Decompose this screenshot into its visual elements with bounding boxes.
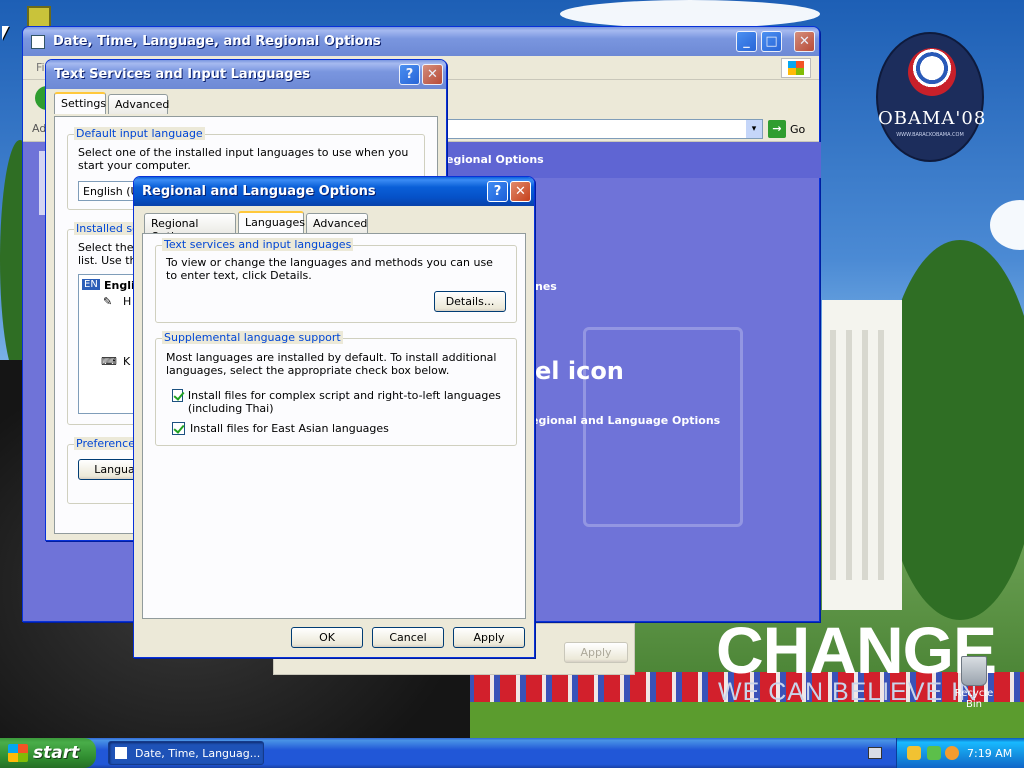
lang-name[interactable]: Engli	[104, 279, 135, 292]
tab-languages[interactable]: Languages	[238, 211, 305, 233]
keyboard-pen-icon: ✎	[103, 295, 113, 308]
tab-advanced[interactable]: Advanced	[108, 94, 169, 114]
text-services-group: Text services and input languages To vie…	[155, 238, 517, 323]
supplemental-desc: Most languages are installed by default.…	[166, 351, 497, 377]
cancel-button[interactable]: Cancel	[372, 627, 444, 648]
campaign-logo-icon	[908, 48, 956, 96]
windows-flag-icon	[8, 744, 28, 762]
tab-advanced[interactable]: Advanced	[306, 213, 368, 233]
close-button[interactable]: ✕	[422, 64, 443, 85]
list-item-k[interactable]: K	[123, 355, 130, 368]
complex-script-checkbox[interactable]	[172, 389, 183, 402]
text-services-desc: To view or change the languages and meth…	[166, 256, 493, 282]
text-services-title: Text Services and Input Languages	[54, 67, 311, 82]
complex-script-option[interactable]: Install files for complex script and rig…	[172, 389, 512, 415]
start-label: start	[33, 743, 80, 763]
wallpaper-tagline: WE CAN BELIEVE IN	[718, 678, 979, 706]
lang-code-badge: EN	[82, 279, 100, 290]
clock[interactable]: 7:19 AM	[967, 747, 1012, 760]
east-asian-option[interactable]: Install files for East Asian languages	[172, 422, 512, 435]
default-language-legend: Default input language	[74, 127, 205, 140]
start-button[interactable]: start	[0, 738, 96, 768]
tab-settings[interactable]: Settings	[54, 92, 106, 114]
ok-button[interactable]: OK	[291, 627, 363, 648]
apply-button[interactable]: Apply	[453, 627, 525, 648]
search-tray-icon[interactable]	[945, 746, 959, 760]
taskbar: start Date, Time, Languag... 7:19 AM	[0, 738, 1024, 768]
keyboard-tray-icon[interactable]	[868, 747, 882, 759]
tab-regional-options[interactable]: Regional Options	[144, 213, 236, 243]
taskbar-item-label: Date, Time, Languag...	[135, 746, 261, 760]
regional-language-window: Regional and Language Options ? ✕ Region…	[133, 176, 535, 658]
supplemental-language-group: Supplemental language support Most langu…	[155, 331, 517, 446]
recycle-bin[interactable]: Recycle Bin	[946, 656, 1002, 710]
keyboard-icon: ⌨	[101, 355, 117, 368]
windows-logo-icon	[781, 58, 811, 78]
logo-text: OBAMA'08	[878, 108, 987, 129]
lawn	[430, 702, 1024, 738]
campaign-logo: OBAMA'08 WWW.BARACKOBAMA.COM	[876, 32, 987, 162]
go-button[interactable]: Go	[790, 123, 805, 136]
control-panel-icon	[31, 34, 45, 49]
cloud	[990, 200, 1024, 250]
details-button[interactable]: Details...	[434, 291, 506, 312]
mouse-cursor-icon	[2, 26, 9, 40]
security-shield-icon[interactable]	[907, 746, 921, 760]
control-panel-icon	[115, 747, 127, 759]
control-panel-titlebar[interactable]: Date, Time, Language, and Regional Optio…	[23, 27, 819, 56]
system-tray: 7:19 AM	[896, 738, 1024, 768]
recycle-bin-icon	[961, 656, 987, 686]
task-link-regional[interactable]: egional Options	[446, 153, 544, 166]
logo-url: WWW.BARACKOBAMA.COM	[896, 132, 964, 138]
text-services-titlebar[interactable]: Text Services and Input Languages ? ✕	[46, 60, 446, 89]
languages-panel: Text services and input languages To vie…	[142, 233, 526, 619]
tab-strip: Settings Advanced	[54, 92, 438, 118]
go-arrow-icon[interactable]: →	[768, 120, 786, 138]
cloud	[560, 0, 820, 28]
east-asian-label: Install files for East Asian languages	[190, 422, 389, 435]
address-dropdown-icon[interactable]: ▾	[746, 120, 762, 138]
control-panel-title: Date, Time, Language, and Regional Optio…	[53, 34, 381, 49]
regional-language-title: Regional and Language Options	[142, 184, 376, 199]
recycle-bin-label: Recycle Bin	[954, 688, 994, 710]
complex-script-label: Install files for complex script and rig…	[187, 389, 501, 415]
close-button[interactable]: ✕	[794, 31, 815, 52]
taskbar-item-date-time[interactable]: Date, Time, Languag...	[108, 741, 264, 765]
text-services-legend: Text services and input languages	[162, 238, 354, 251]
tab-strip: Regional Options Languages Advanced	[142, 211, 526, 243]
installed-services-legend: Installed se	[74, 222, 141, 235]
help-button[interactable]: ?	[487, 181, 508, 202]
control-panel-watermark-icon	[583, 327, 743, 527]
network-icon[interactable]	[927, 746, 941, 760]
close-button[interactable]: ✕	[510, 181, 531, 202]
east-asian-checkbox[interactable]	[172, 422, 185, 435]
menu-file[interactable]: Fi	[36, 61, 45, 74]
list-item-h[interactable]: H	[123, 295, 131, 308]
apply-button-background: Apply	[564, 642, 628, 663]
supplemental-language-legend: Supplemental language support	[162, 331, 343, 344]
maximize-button[interactable]: □	[761, 31, 782, 52]
white-house-image	[822, 300, 902, 610]
regional-language-titlebar[interactable]: Regional and Language Options ? ✕	[134, 177, 534, 206]
address-input[interactable]: ▾	[443, 119, 763, 139]
task-link-timezones[interactable]: nes	[535, 280, 557, 293]
default-language-desc: Select one of the installed input langua…	[78, 146, 409, 172]
minimize-button[interactable]: _	[736, 31, 757, 52]
help-button[interactable]: ?	[399, 64, 420, 85]
